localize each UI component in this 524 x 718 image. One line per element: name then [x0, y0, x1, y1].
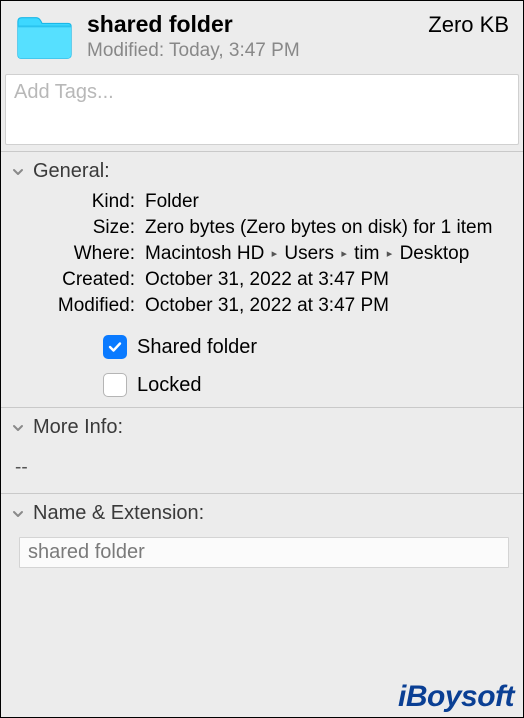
shared-folder-label: Shared folder: [137, 336, 257, 359]
size-label: Size:: [19, 217, 135, 239]
where-value: Macintosh HD ▸ Users ▸ tim ▸ Desktop: [145, 243, 513, 265]
watermark-logo: iBoysoft: [398, 680, 514, 714]
kind-value: Folder: [145, 191, 513, 213]
folder-size-summary: Zero KB: [428, 12, 509, 38]
tags-input[interactable]: Add Tags...: [5, 74, 519, 145]
general-disclosure[interactable]: General:: [11, 158, 513, 191]
locked-label: Locked: [137, 374, 202, 397]
nameext-heading: Name & Extension:: [33, 502, 204, 525]
modified-label: Modified:: [19, 295, 135, 317]
folder-title: shared folder: [87, 11, 233, 38]
info-header: shared folder Zero KB Modified: Today, 3…: [1, 1, 523, 70]
chevron-down-icon: [11, 507, 25, 521]
moreinfo-heading: More Info:: [33, 416, 123, 439]
size-value: Zero bytes (Zero bytes on disk) for 1 it…: [145, 217, 513, 239]
moreinfo-disclosure[interactable]: More Info:: [11, 414, 513, 447]
modified-summary: Modified: Today, 3:47 PM: [87, 40, 509, 62]
created-label: Created:: [19, 269, 135, 291]
name-extension-input[interactable]: [19, 537, 509, 568]
locked-row: Locked: [103, 373, 513, 397]
locked-checkbox[interactable]: [103, 373, 127, 397]
moreinfo-content: --: [11, 447, 513, 483]
chevron-down-icon: [11, 421, 25, 435]
created-value: October 31, 2022 at 3:47 PM: [145, 269, 513, 291]
where-label: Where:: [19, 243, 135, 265]
shared-folder-row: Shared folder: [103, 335, 513, 359]
kind-label: Kind:: [19, 191, 135, 213]
general-section: General: Kind: Folder Size: Zero bytes (…: [1, 151, 523, 407]
general-heading: General:: [33, 160, 110, 183]
moreinfo-section: More Info: --: [1, 407, 523, 493]
chevron-down-icon: [11, 165, 25, 179]
shared-folder-checkbox[interactable]: [103, 335, 127, 359]
nameext-disclosure[interactable]: Name & Extension:: [11, 500, 513, 533]
nameext-section: Name & Extension:: [1, 493, 523, 568]
modified-value: October 31, 2022 at 3:47 PM: [145, 295, 513, 317]
folder-icon: [15, 13, 73, 61]
